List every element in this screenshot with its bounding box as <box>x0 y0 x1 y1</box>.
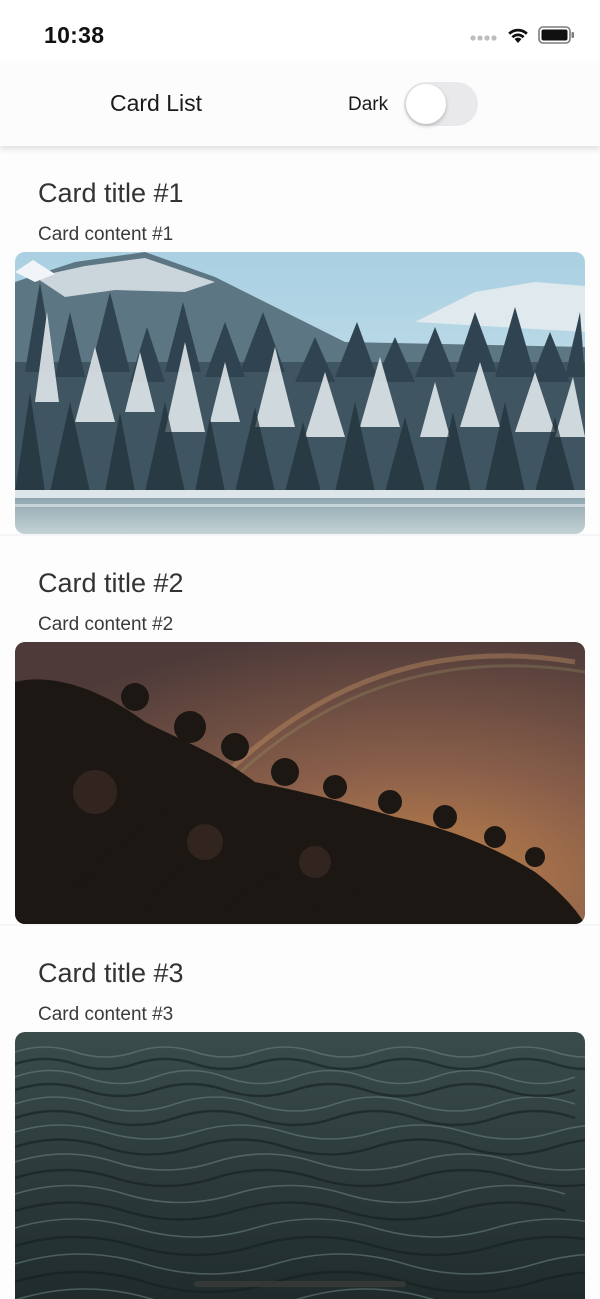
card-content: Card content #3 <box>38 1004 174 1025</box>
card-image-snowy-forest <box>15 252 585 534</box>
card-2[interactable]: Card title #2 Card content #2 <box>0 536 600 924</box>
battery-icon <box>538 26 576 49</box>
card-3[interactable]: Card title #3 Card content #3 <box>0 926 600 1299</box>
card-1[interactable]: Card title #1 Card content #1 <box>0 146 600 534</box>
card-content: Card content #2 <box>38 614 174 635</box>
card-title: Card title #2 <box>38 568 184 598</box>
signal-dots-icon <box>470 29 498 47</box>
card-list[interactable]: Card title #1 Card content #1 Card title… <box>0 146 600 1299</box>
card-title: Card title #1 <box>38 178 184 208</box>
status-time: 10:38 <box>44 22 105 48</box>
status-icons <box>470 26 576 49</box>
page-title: Card List <box>110 90 203 116</box>
card-title: Card title #3 <box>38 958 184 988</box>
dark-mode-label: Dark <box>348 94 389 115</box>
wifi-icon <box>506 26 530 49</box>
card-image-ocean-waves <box>15 1032 585 1299</box>
dark-mode-toggle[interactable] <box>404 82 478 126</box>
card-image-tree-rainbow <box>15 642 585 924</box>
status-bar: 10:38 <box>0 0 600 68</box>
card-content: Card content #1 <box>38 224 174 245</box>
toggle-knob <box>406 84 446 124</box>
home-indicator <box>194 1281 406 1287</box>
nav-bar: Card List Dark <box>0 62 600 146</box>
